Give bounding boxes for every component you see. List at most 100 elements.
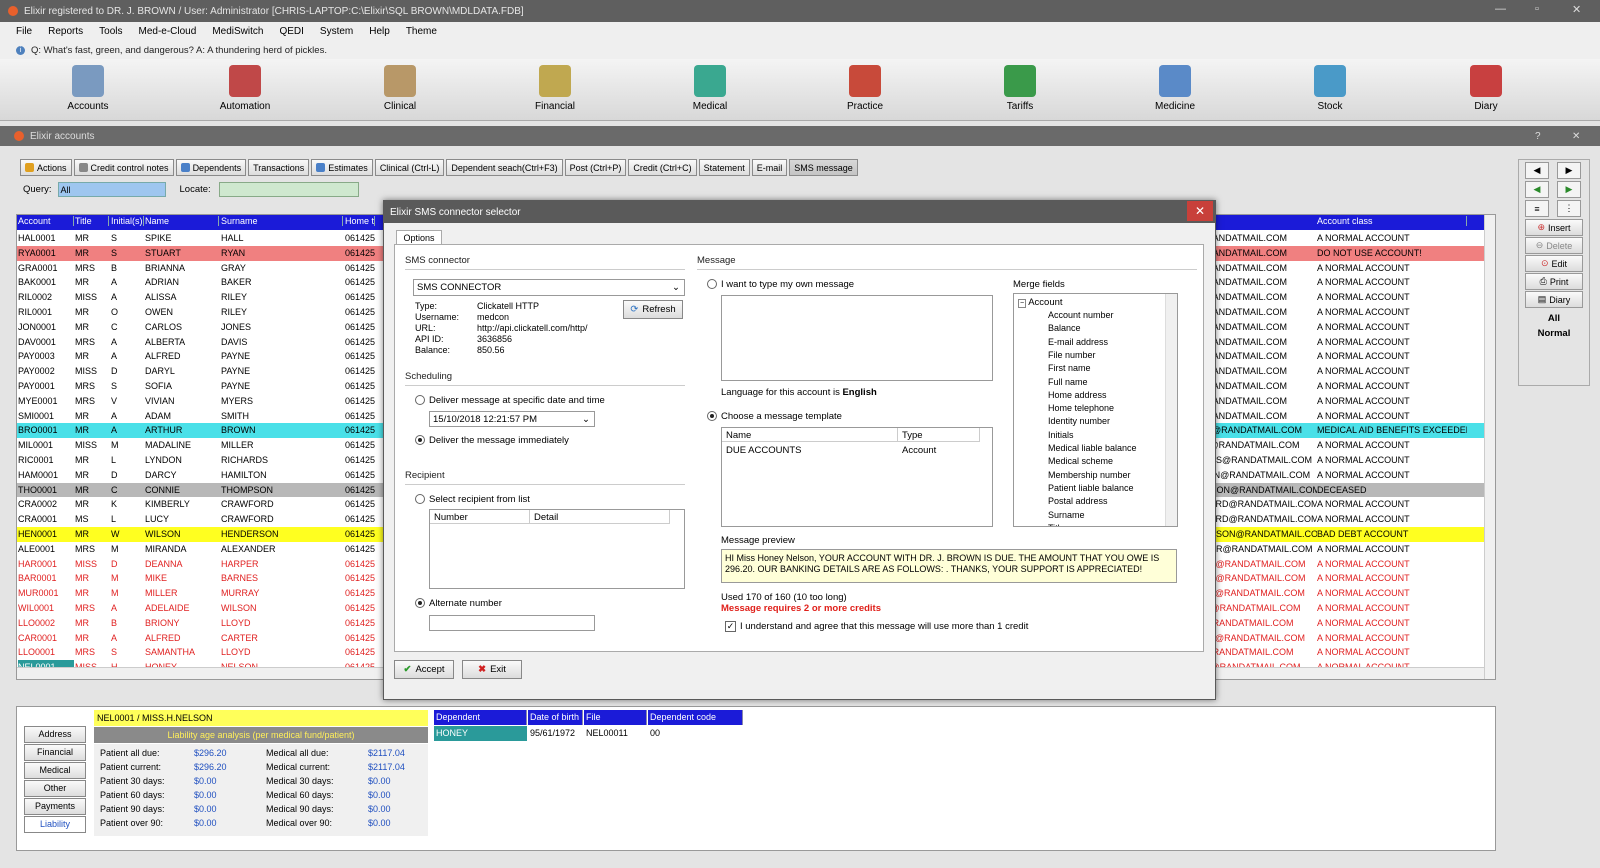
ribbon-clinical[interactable]: Clinical xyxy=(360,65,440,112)
column-header[interactable]: Account class xyxy=(1317,216,1467,226)
column-header[interactable]: Account xyxy=(18,216,74,226)
scrollbar[interactable] xyxy=(1165,294,1177,526)
merge-field-item[interactable]: Account number xyxy=(1048,310,1114,320)
accept-button[interactable]: ✔ Accept xyxy=(394,660,454,679)
next-record-icon[interactable]: ▶ xyxy=(1557,181,1581,198)
tab-payments[interactable]: Payments xyxy=(24,798,86,815)
merge-field-item[interactable]: Home telephone xyxy=(1048,403,1114,413)
menu-item-med-e-cloud[interactable]: Med-e-Cloud xyxy=(139,26,197,37)
first-record-icon[interactable]: ◀ xyxy=(1525,162,1549,179)
toolbar-post-ctrl-p[interactable]: Post (Ctrl+P) xyxy=(564,159,627,176)
deliver-at-radio[interactable] xyxy=(415,395,425,405)
ribbon-automation[interactable]: Automation xyxy=(205,65,285,112)
dependent-column-header[interactable]: File xyxy=(584,710,647,725)
merge-field-item[interactable]: File number xyxy=(1048,350,1096,360)
maximize-button[interactable]: ▫ xyxy=(1535,3,1539,15)
dialog-close-button[interactable]: ✕ xyxy=(1187,201,1213,221)
prev-record-icon[interactable]: ◀ xyxy=(1525,181,1549,198)
query-input[interactable]: All xyxy=(57,182,166,197)
merge-field-item[interactable]: Medical liable balance xyxy=(1048,443,1137,453)
template-list[interactable]: Name Type DUE ACCOUNTS Account xyxy=(721,427,993,527)
own-message-textarea[interactable] xyxy=(721,295,993,381)
dependent-column-header[interactable]: Dependent code xyxy=(648,710,743,725)
tree-expand-icon[interactable]: ⋮ xyxy=(1557,200,1581,217)
menu-item-theme[interactable]: Theme xyxy=(406,26,437,37)
tab-address[interactable]: Address xyxy=(24,726,86,743)
dependent-column-header[interactable]: Date of birth xyxy=(528,710,583,725)
ribbon-medicine[interactable]: Medicine xyxy=(1135,65,1215,112)
own-message-radio[interactable] xyxy=(707,279,717,289)
filter-normal[interactable]: Normal xyxy=(1519,328,1589,339)
menu-item-tools[interactable]: Tools xyxy=(99,26,122,37)
menu-item-help[interactable]: Help xyxy=(369,26,390,37)
toolbar-dependent-seach-ctrl-f[interactable]: Dependent seach(Ctrl+F3) xyxy=(446,159,563,176)
merge-field-item[interactable]: First name xyxy=(1048,363,1091,373)
column-header[interactable]: Title xyxy=(75,216,109,226)
agree-checkbox[interactable]: ✓ xyxy=(725,621,736,632)
template-radio[interactable] xyxy=(707,411,717,421)
dependent-cell[interactable]: 00 xyxy=(648,726,743,741)
close-button[interactable]: ✕ xyxy=(1572,3,1581,16)
dependent-cell[interactable]: NEL00011 xyxy=(584,726,647,741)
dependent-cell[interactable]: 95/61/1972 xyxy=(528,726,583,741)
ribbon-diary[interactable]: Diary xyxy=(1446,65,1526,112)
menu-item-system[interactable]: System xyxy=(320,26,353,37)
close-accounts-button[interactable]: ✕ xyxy=(1572,131,1580,142)
insert-button[interactable]: ⊕ Insert xyxy=(1525,219,1583,236)
menu-item-qedi[interactable]: QEDI xyxy=(279,26,303,37)
delete-button[interactable]: ⊖ Delete xyxy=(1525,237,1583,254)
merge-root[interactable]: − Account xyxy=(1018,297,1063,308)
dependent-cell[interactable]: HONEY xyxy=(434,726,527,741)
column-header[interactable]: Home te xyxy=(345,216,375,226)
toolbar-credit-control-notes[interactable]: Credit control notes xyxy=(73,159,174,176)
template-name[interactable]: DUE ACCOUNTS xyxy=(726,445,801,456)
toolbar-dependents[interactable]: Dependents xyxy=(175,159,247,176)
tree-view-icon[interactable]: ≡ xyxy=(1525,200,1549,217)
merge-field-item[interactable]: Medical scheme xyxy=(1048,456,1113,466)
menu-item-mediswitch[interactable]: MediSwitch xyxy=(212,26,263,37)
toolbar-sms-message[interactable]: SMS message xyxy=(789,159,858,176)
diary-button[interactable]: ▤ Diary xyxy=(1525,291,1583,308)
merge-field-item[interactable]: Postal address xyxy=(1048,496,1108,506)
merge-field-item[interactable]: E-mail address xyxy=(1048,337,1108,347)
minimize-button[interactable]: — xyxy=(1495,3,1506,15)
filter-all[interactable]: All xyxy=(1519,313,1589,324)
ribbon-accounts[interactable]: Accounts xyxy=(48,65,128,112)
tab-financial[interactable]: Financial xyxy=(24,744,86,761)
column-header[interactable]: Surname xyxy=(221,216,343,226)
merge-field-item[interactable]: Surname xyxy=(1048,510,1085,520)
last-record-icon[interactable]: ▶ xyxy=(1557,162,1581,179)
help-button[interactable]: ? xyxy=(1535,131,1541,142)
toolbar-actions[interactable]: Actions xyxy=(20,159,72,176)
ribbon-medical[interactable]: Medical xyxy=(670,65,750,112)
toolbar-estimates[interactable]: Estimates xyxy=(311,159,373,176)
toolbar-clinical-ctrl-l[interactable]: Clinical (Ctrl-L) xyxy=(374,159,445,176)
merge-field-item[interactable]: Title xyxy=(1048,523,1065,526)
alternate-number-input[interactable] xyxy=(429,615,595,631)
grid-scrollbar[interactable] xyxy=(1484,215,1495,679)
merge-field-item[interactable]: Balance xyxy=(1048,323,1081,333)
alternate-radio[interactable] xyxy=(415,598,425,608)
dependent-column-header[interactable]: Dependent xyxy=(434,710,527,725)
merge-field-item[interactable]: Patient liable balance xyxy=(1048,483,1134,493)
exit-button[interactable]: ✖ Exit xyxy=(462,660,522,679)
menu-item-file[interactable]: File xyxy=(16,26,32,37)
merge-field-item[interactable]: Full name xyxy=(1048,377,1088,387)
menu-item-reports[interactable]: Reports xyxy=(48,26,83,37)
merge-fields-tree[interactable]: − Account Account number Balance E-mail ad… xyxy=(1013,293,1178,527)
locate-input[interactable] xyxy=(218,182,359,197)
ribbon-practice[interactable]: Practice xyxy=(825,65,905,112)
toolbar-credit-ctrl-c[interactable]: Credit (Ctrl+C) xyxy=(628,159,697,176)
merge-field-item[interactable]: Home address xyxy=(1048,390,1107,400)
toolbar-transactions[interactable]: Transactions xyxy=(248,159,310,176)
merge-field-item[interactable]: Initials xyxy=(1048,430,1074,440)
tab-other[interactable]: Other xyxy=(24,780,86,797)
deliver-now-radio[interactable] xyxy=(415,435,425,445)
tab-options[interactable]: Options xyxy=(396,230,442,245)
column-header[interactable]: Name xyxy=(145,216,219,226)
ribbon-financial[interactable]: Financial xyxy=(515,65,595,112)
ribbon-stock[interactable]: Stock xyxy=(1290,65,1370,112)
select-list-radio[interactable] xyxy=(415,494,425,504)
edit-button[interactable]: ⊙ Edit xyxy=(1525,255,1583,272)
recipient-list[interactable]: Number Detail xyxy=(429,509,685,589)
